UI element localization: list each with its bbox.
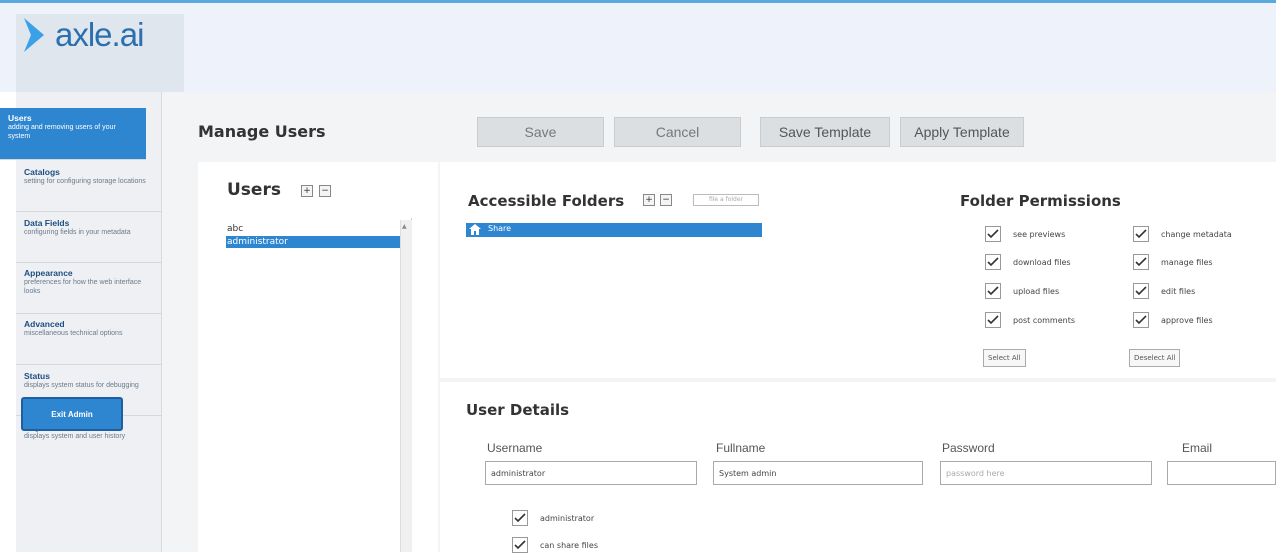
logo-wordmark: axle.ai <box>55 16 144 53</box>
app-window: axle.ai Users adding and removing users … <box>0 0 1276 553</box>
sidebar-item-data-fields[interactable]: Data Fields configuring fields in your m… <box>16 213 162 263</box>
checkbox-checked[interactable] <box>1133 312 1149 328</box>
top-bar <box>0 0 1276 92</box>
permissions-heading: Folder Permissions <box>960 192 1121 210</box>
perm-label: post comments <box>1013 315 1075 325</box>
users-scrollbar[interactable] <box>400 220 412 552</box>
sidebar-item-desc: configuring fields in your metadata <box>24 229 131 236</box>
perm-label: see previews <box>1013 229 1066 239</box>
check-icon <box>1135 286 1147 296</box>
sidebar-item-catalogs[interactable]: Catalogs setting for configuring storage… <box>16 162 162 212</box>
list-item[interactable]: abc <box>226 223 400 235</box>
sidebar-item-title: Users <box>8 113 32 123</box>
username-field[interactable] <box>485 461 697 485</box>
sidebar-item-desc: preferences for how the web interface lo… <box>24 279 142 295</box>
perm-edit-files[interactable]: edit files <box>1133 283 1195 299</box>
fullname-label: Fullname <box>716 441 766 455</box>
apply-template-button[interactable]: Apply Template <box>900 117 1024 147</box>
sidebar-item-title: Appearance <box>24 268 73 278</box>
check-icon <box>1135 229 1147 239</box>
home-icon <box>469 224 481 235</box>
email-label: Email <box>1182 441 1213 455</box>
sidebar-item-title: Catalogs <box>24 167 60 177</box>
checkbox-checked[interactable] <box>1133 254 1149 270</box>
option-label: can share files <box>540 540 598 550</box>
folder-label: Share <box>488 224 512 233</box>
remove-folder-button[interactable]: − <box>660 194 672 206</box>
select-all-button[interactable]: Select All <box>983 349 1026 367</box>
exit-admin-button[interactable]: Exit Admin <box>21 397 123 431</box>
check-icon <box>1135 315 1147 325</box>
sidebar-item-desc: displays system and user history <box>24 433 126 440</box>
add-user-button[interactable]: + <box>301 185 313 197</box>
option-administrator[interactable]: administrator <box>512 510 594 526</box>
perm-download-files[interactable]: download files <box>985 254 1071 270</box>
perm-upload-files[interactable]: upload files <box>985 283 1059 299</box>
password-field[interactable] <box>940 461 1152 485</box>
perm-label: download files <box>1013 257 1071 267</box>
option-can-share-files[interactable]: can share files <box>512 537 598 553</box>
save-button[interactable]: Save <box>477 117 604 147</box>
sidebar-item-users[interactable]: Users adding and removing users of your … <box>0 108 146 160</box>
sidebar-item-desc: adding and removing users of your system <box>8 124 116 140</box>
check-icon <box>987 257 999 267</box>
perm-see-previews[interactable]: see previews <box>985 226 1065 242</box>
checkbox-checked[interactable] <box>985 312 1001 328</box>
sidebar-item-advanced[interactable]: Advanced miscellaneous technical options <box>16 314 162 365</box>
deselect-all-button[interactable]: Deselect All <box>1129 349 1181 367</box>
password-label: Password <box>942 441 995 455</box>
user-details-heading: User Details <box>466 401 570 419</box>
sidebar-item-title: Advanced <box>24 319 65 329</box>
save-template-button[interactable]: Save Template <box>760 117 890 147</box>
checkbox-checked[interactable] <box>985 283 1001 299</box>
check-icon <box>987 229 999 239</box>
check-icon <box>514 540 526 550</box>
users-heading: Users <box>227 180 281 200</box>
checkbox-checked[interactable] <box>512 537 528 553</box>
perm-label: change metadata <box>1161 229 1232 239</box>
cancel-button[interactable]: Cancel <box>614 117 741 147</box>
users-list <box>226 218 412 552</box>
perm-label: manage files <box>1161 257 1213 267</box>
check-icon <box>987 286 999 296</box>
perm-label: approve files <box>1161 315 1213 325</box>
username-label: Username <box>487 441 543 455</box>
check-icon <box>1135 257 1147 267</box>
perm-label: edit files <box>1161 286 1196 296</box>
option-label: administrator <box>540 513 595 523</box>
checkbox-checked[interactable] <box>985 254 1001 270</box>
perm-label: upload files <box>1013 286 1060 296</box>
page-title: Manage Users <box>198 122 326 141</box>
sidebar-item-desc: miscellaneous technical options <box>24 330 123 337</box>
sidebar-item-desc: setting for configuring storage location… <box>24 178 146 185</box>
sidebar-item-title: Data Fields <box>24 218 70 228</box>
checkbox-checked[interactable] <box>985 226 1001 242</box>
checkbox-checked[interactable] <box>1133 283 1149 299</box>
scroll-up-icon[interactable]: ▲ <box>402 223 407 230</box>
perm-approve-files[interactable]: approve files <box>1133 312 1213 328</box>
sidebar-item-desc: displays system status for debugging <box>24 382 139 389</box>
checkbox-checked[interactable] <box>512 510 528 526</box>
sidebar-item-appearance[interactable]: Appearance preferences for how the web i… <box>16 263 162 314</box>
sidebar-item-title: Status <box>24 371 50 381</box>
fullname-field[interactable] <box>713 461 923 485</box>
perm-change-metadata[interactable]: change metadata <box>1133 226 1232 242</box>
folders-heading: Accessible Folders <box>468 192 625 210</box>
email-field[interactable] <box>1167 461 1276 485</box>
remove-user-button[interactable]: − <box>319 185 331 197</box>
checkbox-checked[interactable] <box>1133 226 1149 242</box>
perm-post-comments[interactable]: post comments <box>985 312 1075 328</box>
perm-manage-files[interactable]: manage files <box>1133 254 1213 270</box>
check-icon <box>987 315 999 325</box>
add-folder-button[interactable]: + <box>643 194 655 206</box>
folder-filter-button[interactable]: file a folder <box>693 194 759 206</box>
check-icon <box>514 513 526 523</box>
list-item-selected[interactable]: administrator <box>226 236 400 248</box>
chevron-logo-icon <box>24 18 44 52</box>
axle-logo: axle.ai <box>20 16 144 54</box>
